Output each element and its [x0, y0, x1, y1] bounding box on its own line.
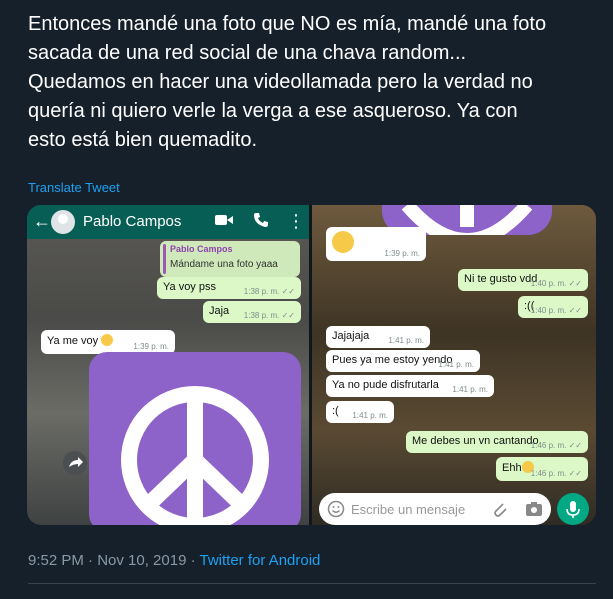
peace-sign-overlay [89, 352, 301, 525]
message-text: :( [332, 405, 339, 417]
message-time: 1:40 p. m. ✓✓ [530, 279, 582, 288]
camera-icon [526, 502, 542, 516]
tweet-line: esto está bien quemadito. [28, 129, 258, 151]
message-text: Ni te gusto vdd [464, 273, 538, 285]
back-arrow-icon: ← [33, 211, 51, 231]
message-bubble: Pues ya me estoy yendo 1:41 p. m. [326, 350, 480, 372]
message-time: 1:39 p. m. [384, 249, 420, 258]
video-call-icon [215, 215, 233, 225]
chat-screenshot-left: ← Pablo Campos ⋮ Pablo Campos Mándame un… [27, 205, 309, 525]
tweet-text: Entonces mandé una foto que NO es mía, m… [28, 10, 603, 155]
message-bubble: Ya no pude disfrutarla 1:41 p. m. [326, 375, 494, 397]
peace-icon [121, 386, 269, 525]
tweet-line: Quedamos en hacer una videollamada pero … [28, 71, 533, 93]
phone-icon [254, 213, 268, 227]
quoted-message: Pablo Campos Mándame una foto yaaa [160, 241, 300, 277]
message-time: 1:40 p. m. ✓✓ [530, 306, 582, 315]
message-text: Ya me voy [47, 334, 114, 347]
message-text: Pues ya me estoy yendo [332, 354, 453, 366]
message-time: 1:41 p. m. [452, 385, 488, 394]
tweet-line: quería ni quiero verle la verga a ese as… [28, 100, 518, 122]
tweet-line: sacada de una red social de una chava ra… [28, 42, 467, 64]
message-bubble: Jaja 1:38 p. m. ✓✓ [203, 301, 301, 323]
share-icon [63, 451, 87, 475]
message-bubble: Ya voy pss 1:38 p. m. ✓✓ [157, 277, 301, 299]
message-time: 1:46 p. m. ✓✓ [530, 441, 582, 450]
tweet-metadata: 9:52 PM · Nov 10, 2019 · Twitter for And… [28, 552, 320, 569]
quote-author: Pablo Campos [170, 244, 233, 254]
message-bubble: :( 1:41 p. m. [326, 401, 394, 423]
attach-icon [494, 503, 507, 517]
message-bubble: Jajajaja 1:41 p. m. [326, 326, 430, 348]
message-time: 1:41 p. m. [438, 360, 474, 369]
divider [28, 583, 596, 584]
sad-emoji-icon [101, 334, 114, 346]
message-bubble: Ni te gusto vdd 1:40 p. m. ✓✓ [458, 269, 588, 291]
message-time: 1:39 p. m. [133, 342, 169, 351]
message-placeholder: Escribe un mensaje [351, 502, 466, 517]
message-input: Escribe un mensaje [319, 493, 551, 525]
translate-tweet-link[interactable]: Translate Tweet [28, 180, 120, 195]
more-options-icon: ⋮ [287, 211, 305, 231]
message-text: Ehh [502, 461, 534, 474]
message-time: 1:38 p. m. ✓✓ [243, 311, 295, 320]
tweet-media[interactable]: ← Pablo Campos ⋮ Pablo Campos Mándame un… [27, 205, 596, 525]
tweet-source-app[interactable]: Twitter for Android [200, 552, 321, 569]
tweet-line: Entonces mandé una foto que NO es mía, m… [28, 13, 547, 35]
message-time: 1:41 p. m. [388, 336, 424, 345]
microphone-icon [557, 493, 589, 525]
message-time: 1:41 p. m. [352, 411, 388, 420]
whatsapp-header: ← Pablo Campos ⋮ [27, 205, 309, 239]
message-bubble: 1:39 p. m. [326, 227, 426, 261]
quote-text: Mándame una foto yaaa [170, 259, 278, 270]
message-bubble: Me debes un vn cantando 1:46 p. m. ✓✓ [406, 431, 588, 453]
avatar [51, 210, 75, 234]
chat-screenshot-right: 1:39 p. m. Ni te gusto vdd 1:40 p. m. ✓✓… [312, 205, 596, 525]
message-bubble: Ya me voy 1:39 p. m. [41, 330, 175, 354]
message-text: Me debes un vn cantando [412, 435, 539, 447]
message-text: Jaja [209, 305, 230, 317]
message-text: Ya voy pss [163, 281, 216, 293]
meta-separator: · [186, 552, 200, 569]
message-bubble: Ehh 1:46 p. m. ✓✓ [496, 457, 588, 481]
message-text: Ya no pude disfrutarla [332, 379, 439, 391]
message-bubble: :(( 1:40 p. m. ✓✓ [518, 296, 588, 318]
grinning-emoji-icon [332, 231, 354, 253]
tweet-timestamp[interactable]: 9:52 PM · Nov 10, 2019 [28, 552, 186, 569]
contact-name: Pablo Campos [83, 213, 182, 230]
message-time: 1:46 p. m. ✓✓ [530, 469, 582, 478]
message-text: Jajajaja [332, 330, 370, 342]
emoji-icon [327, 500, 345, 518]
message-time: 1:38 p. m. ✓✓ [243, 287, 295, 296]
